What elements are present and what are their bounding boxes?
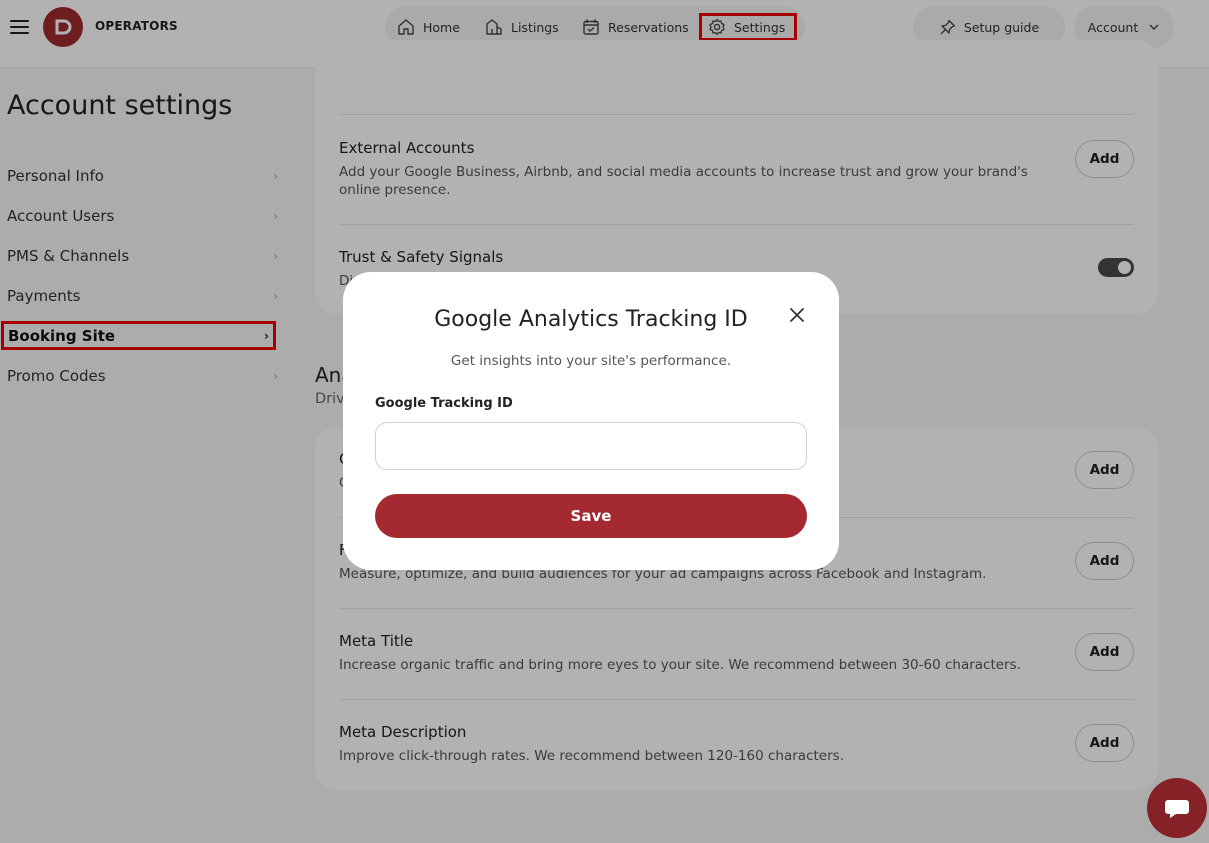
modal-title: Google Analytics Tracking ID	[434, 307, 748, 332]
modal-subtitle: Get insights into your site's performanc…	[450, 353, 732, 369]
tracking-id-input[interactable]	[375, 422, 807, 470]
chat-bubble-icon	[1165, 800, 1189, 818]
tracking-id-label: Google Tracking ID	[375, 396, 513, 411]
google-analytics-modal: Google Analytics Tracking ID Get insight…	[343, 272, 839, 570]
close-icon[interactable]	[787, 305, 807, 325]
save-button[interactable]: Save	[375, 494, 807, 538]
chat-button[interactable]	[1147, 778, 1207, 838]
